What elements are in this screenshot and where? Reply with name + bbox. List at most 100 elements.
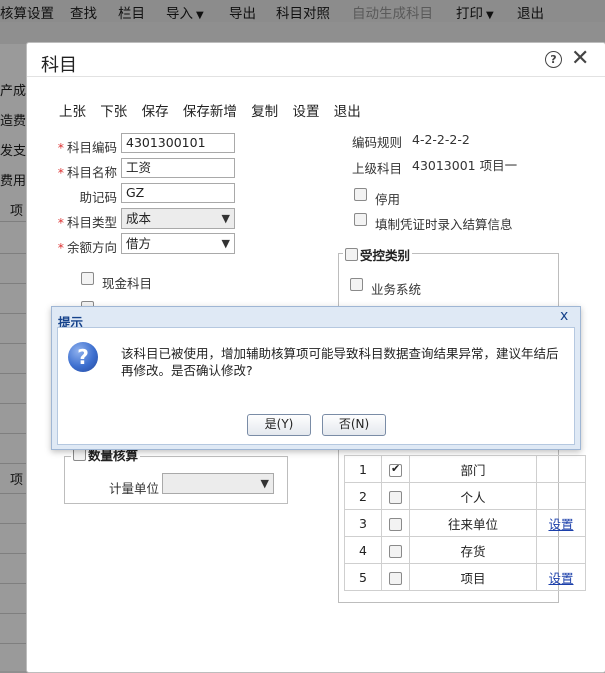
menu-accounting-settings[interactable]: 核算设置	[0, 2, 54, 22]
name-input[interactable]: 工资	[121, 158, 235, 178]
balance-label-text: 余额方向	[66, 240, 117, 255]
table-row: 2 个人	[344, 482, 586, 510]
row-name: 往来单位	[409, 509, 537, 537]
save-button[interactable]: 保存	[142, 100, 169, 120]
partner-settings-link[interactable]: 设置	[548, 517, 573, 532]
unit-select[interactable]: ▼	[162, 473, 274, 494]
background-side-panel	[0, 44, 28, 671]
balance-label: * 余额方向	[57, 237, 117, 256]
settings-button[interactable]: 设置	[292, 100, 319, 120]
bg-divider	[0, 343, 28, 344]
cash-checkbox[interactable]	[81, 272, 94, 285]
voucher-settle-checkbox[interactable]	[354, 213, 367, 226]
parent-label: 上级科目	[352, 161, 403, 176]
row-checkbox-cell	[381, 482, 410, 510]
bg-side-item: 发支	[0, 144, 27, 159]
menu-find[interactable]: 查找	[70, 2, 97, 22]
row-link-cell: 设置	[536, 509, 586, 537]
code-input[interactable]: 4301300101	[121, 133, 235, 153]
menu-import-label: 导入	[166, 6, 193, 22]
no-button[interactable]: 否(N)	[322, 414, 386, 436]
code-label-text: 科目编码	[66, 140, 117, 155]
code-label: * 科目编码	[57, 137, 117, 156]
person-checkbox[interactable]	[389, 490, 402, 504]
menu-export[interactable]: 导出	[229, 2, 256, 22]
menu-columns[interactable]: 栏目	[118, 2, 145, 22]
chevron-down-icon: ▼	[260, 477, 269, 490]
bg-divider	[0, 373, 28, 374]
dialog-toolbar: 上张 下张 保存 保存新增 复制 设置 退出	[59, 100, 371, 120]
row-name: 个人	[409, 482, 537, 510]
row-checkbox-cell	[381, 455, 410, 483]
parent-value: 43013001 项目一	[412, 158, 518, 173]
project-settings-link[interactable]: 设置	[548, 571, 573, 586]
controlled-category-legend: 受控类别	[343, 245, 413, 264]
type-select-value: 成本	[126, 211, 152, 226]
row-name: 存货	[409, 536, 537, 564]
main-menubar: 核算设置 查找 栏目 导入 ▼ 导出 科目对照 自动生成科目 打印 ▼ 退出	[0, 0, 605, 22]
disabled-label: 停用	[375, 192, 401, 207]
disabled-checkbox[interactable]	[354, 188, 367, 201]
save-new-button[interactable]: 保存新增	[183, 100, 237, 120]
name-label: * 科目名称	[57, 162, 117, 181]
bg-divider	[0, 523, 28, 524]
bg-divider	[0, 253, 28, 254]
unit-label: 计量单位	[109, 481, 160, 496]
partner-checkbox[interactable]	[389, 517, 402, 531]
menu-print[interactable]: 打印 ▼	[456, 2, 494, 22]
inventory-checkbox[interactable]	[389, 544, 402, 558]
row-name: 部门	[409, 455, 537, 483]
menu-exit[interactable]: 退出	[517, 2, 544, 22]
business-system-label: 业务系统	[371, 282, 422, 297]
quantity-label: 数量核算	[88, 448, 139, 463]
close-icon[interactable]: ✕	[571, 46, 589, 71]
question-icon: ?	[68, 342, 98, 372]
bg-side-item: 项	[10, 473, 24, 488]
bg-divider	[0, 613, 28, 614]
help-icon[interactable]: ?	[545, 51, 562, 68]
table-row: 1 部门	[344, 455, 586, 483]
menu-auto-generate: 自动生成科目	[352, 6, 433, 22]
row-number: 1	[344, 455, 382, 483]
row-checkbox-cell	[381, 509, 410, 537]
bg-divider	[0, 403, 28, 404]
exit-button[interactable]: 退出	[334, 100, 361, 120]
balance-select[interactable]: 借方 ▼	[121, 233, 235, 254]
menu-subject-mapping[interactable]: 科目对照	[276, 2, 330, 22]
project-checkbox[interactable]	[389, 571, 402, 585]
prev-button[interactable]: 上张	[59, 100, 86, 120]
business-system-checkbox[interactable]	[350, 278, 363, 291]
mnemonic-label: 助记码	[79, 190, 117, 205]
department-checkbox[interactable]	[389, 462, 402, 477]
required-mark: *	[57, 140, 64, 155]
type-select[interactable]: 成本 ▼	[121, 208, 235, 229]
table-row: 5 项目 设置	[344, 563, 586, 591]
menu-import[interactable]: 导入 ▼	[166, 2, 204, 22]
bg-side-item: 产成	[0, 84, 27, 99]
chevron-down-icon: ▼	[196, 10, 204, 21]
row-number: 3	[344, 509, 382, 537]
row-link-cell	[536, 536, 586, 564]
bg-divider	[0, 283, 28, 284]
required-mark: *	[57, 240, 64, 255]
bg-divider	[0, 313, 28, 314]
controlled-category-checkbox[interactable]	[345, 248, 358, 261]
yes-button[interactable]: 是(Y)	[247, 414, 311, 436]
bg-divider	[0, 553, 28, 554]
bg-divider	[0, 221, 28, 222]
bg-divider	[0, 583, 28, 584]
name-label-text: 科目名称	[66, 165, 117, 180]
next-button[interactable]: 下张	[100, 100, 127, 120]
aux-accounting-table: 1 部门 2 个人 3 往来单位 设置 4 存货 5 项目 设置	[344, 455, 586, 591]
voucher-settle-label: 填制凭证时录入结算信息	[375, 217, 513, 232]
chevron-down-icon: ▼	[221, 237, 230, 250]
required-mark: *	[57, 165, 64, 180]
mnemonic-input[interactable]: GZ	[121, 183, 235, 203]
close-icon[interactable]: x	[560, 308, 568, 324]
row-link-cell	[536, 482, 586, 510]
type-label-text: 科目类型	[66, 215, 117, 230]
table-row: 3 往来单位 设置	[344, 509, 586, 537]
copy-button[interactable]: 复制	[251, 100, 278, 120]
bg-divider	[0, 493, 28, 494]
row-number: 4	[344, 536, 382, 564]
